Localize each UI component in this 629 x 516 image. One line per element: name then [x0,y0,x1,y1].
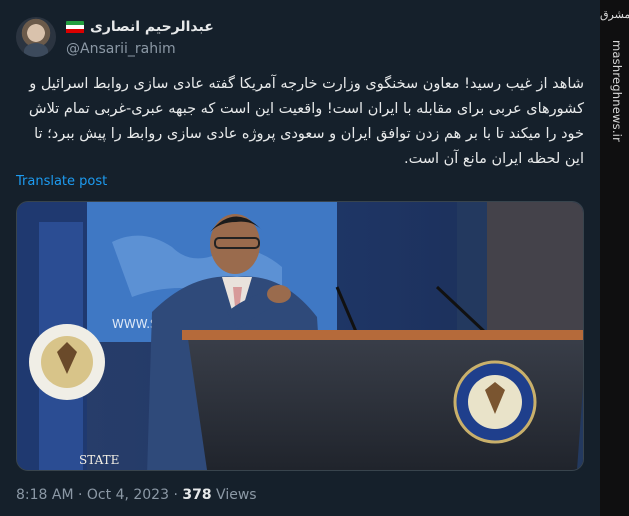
author-handle[interactable]: @Ansarii_rahim [66,41,176,57]
tweet-meta: 8:18 AM · Oct 4, 2023 · 378 Views [16,487,257,503]
author-name-row: عبدالرحیم انصاری [66,19,214,35]
views-count: 378 [182,487,212,503]
tweet-media-image[interactable]: WWW.STATE STATE [16,201,584,471]
mashregh-logo: مشرق [600,8,629,21]
translate-post-link[interactable]: Translate post [16,174,107,189]
meta-separator: · [78,487,83,503]
views-label: Views [216,487,257,503]
flag-seal-text: STATE [79,453,119,467]
tweet-time[interactable]: 8:18 AM [16,487,74,503]
tweet-card: عبدالرحیم انصاری @Ansarii_rahim شاهد از … [0,0,600,516]
press-briefing-photo: WWW.STATE STATE [17,202,583,470]
author-display-name[interactable]: عبدالرحیم انصاری [90,19,214,35]
tweet-text: شاهد از غیب رسید! معاون سخنگوی وزارت خار… [28,76,584,167]
avatar[interactable] [16,17,56,57]
iran-flag-icon [66,20,84,34]
watermark-sidebar: مشرق mashreghnews.ir [600,0,629,516]
meta-separator-2: · [173,487,178,503]
tweet-date[interactable]: Oct 4, 2023 [87,487,169,503]
mashregh-site-text: mashreghnews.ir [610,40,624,143]
